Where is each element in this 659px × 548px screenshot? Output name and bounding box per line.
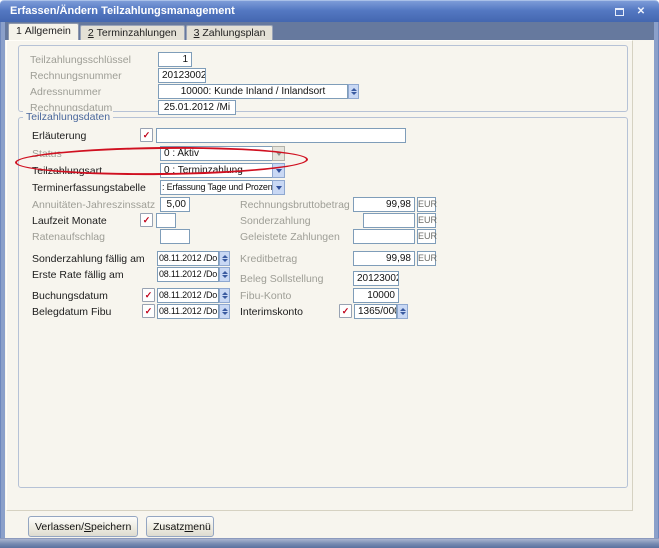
spinner-down-icon	[351, 92, 357, 95]
adressnummer-field[interactable]: 10000: Kunde Inland / Inlandsort	[158, 84, 348, 99]
sonderzahlung-faellig-field[interactable]: 08.11.2012 /Do	[157, 251, 219, 266]
menu-label-pre: Zusatz	[153, 521, 185, 533]
rechnungsdatum-field[interactable]: 25.01.2012 /Mi	[158, 100, 236, 115]
window-frame-bottom	[0, 538, 659, 548]
spinner-up-icon	[222, 308, 228, 311]
kreditbetrag-field[interactable]: 99,98	[353, 251, 415, 266]
geleistete-field[interactable]	[353, 229, 415, 244]
laufzeit-field[interactable]	[156, 213, 176, 228]
close-icon[interactable]: ✕	[635, 6, 647, 18]
tab-terminzahlungen[interactable]: 2 Terminzahlungen	[80, 25, 185, 40]
buchungsdatum-spinner[interactable]	[219, 288, 230, 303]
restore-icon[interactable]	[615, 6, 627, 18]
interimskonto-field[interactable]: 1365/000	[354, 304, 397, 319]
rechnungsbrutto-currency: EUR	[417, 197, 436, 212]
tab-terminzahlungen-num: 2	[88, 27, 94, 39]
window-title: Erfassen/Ändern Teilzahlungsmanagement	[10, 5, 235, 17]
laufzeit-label: Laufzeit Monate	[32, 215, 107, 227]
spinner-up-icon	[222, 292, 228, 295]
rechnungsnummer-field[interactable]: 20123002	[158, 68, 206, 83]
annuitaeten-field[interactable]: 5,00	[160, 197, 190, 212]
sonderzahlung-currency: EUR	[417, 213, 436, 228]
ratenaufschlag-field[interactable]	[160, 229, 190, 244]
teilzahlungsdaten-group-title: Teilzahlungsdaten	[23, 111, 113, 123]
buchungsdatum-field[interactable]: 08.11.2012 /Do	[157, 288, 219, 303]
save-label-pre: Verlassen/	[35, 521, 84, 533]
tab-zahlungsplan-num: 3	[194, 27, 200, 39]
beleg-sollstellung-label: Beleg Sollstellung	[240, 273, 323, 285]
belegdatum-label: Belegdatum Fibu	[32, 306, 111, 318]
erlaeuterung-field[interactable]	[156, 128, 406, 143]
teilzahlungsschluessel-label: Teilzahlungsschlüssel	[30, 54, 131, 66]
erste-rate-field[interactable]: 08.11.2012 /Do	[157, 267, 219, 282]
sonderzahlung-faellig-spinner[interactable]	[219, 251, 230, 266]
interimskonto-spinner[interactable]	[397, 304, 408, 319]
tab-terminzahlungen-label: Terminzahlungen	[97, 27, 177, 39]
spinner-up-icon	[351, 88, 357, 91]
dialog-window: Erfassen/Ändern Teilzahlungsmanagement ✕…	[0, 0, 659, 548]
chevron-down-icon	[276, 186, 282, 190]
kreditbetrag-currency: EUR	[417, 251, 436, 266]
terminerfassungstabelle-label: Terminerfassungstabelle	[32, 182, 146, 194]
erlaeuterung-edit-check-icon[interactable]: ✓	[140, 128, 153, 142]
window-frame-left	[0, 22, 5, 538]
fibu-konto-label: Fibu-Konto	[240, 290, 291, 302]
menu-label-post: enü	[193, 521, 211, 533]
spinner-down-icon	[222, 296, 228, 299]
belegdatum-edit-check-icon[interactable]: ✓	[142, 304, 155, 318]
adressnummer-spinner[interactable]	[348, 84, 359, 99]
spinner-up-icon	[400, 308, 406, 311]
verlassen-speichern-button[interactable]: Verlassen/Speichern	[28, 516, 138, 537]
interimskonto-edit-check-icon[interactable]: ✓	[339, 304, 352, 318]
spinner-up-icon	[222, 271, 228, 274]
kreditbetrag-label: Kreditbetrag	[240, 253, 297, 265]
rechnungsnummer-label: Rechnungsnummer	[30, 70, 122, 82]
erste-rate-spinner[interactable]	[219, 267, 230, 282]
geleistete-label: Geleistete Zahlungen	[240, 231, 340, 243]
restore-glyph	[615, 8, 624, 16]
belegdatum-field[interactable]: 08.11.2012 /Do	[157, 304, 219, 319]
spinner-down-icon	[222, 312, 228, 315]
buchungsdatum-label: Buchungsdatum	[32, 290, 108, 302]
spinner-up-icon	[222, 255, 228, 258]
erste-rate-label: Erste Rate fällig am	[32, 269, 124, 281]
tab-allgemein-label: Allgemein	[25, 25, 71, 37]
title-bar[interactable]: Erfassen/Ändern Teilzahlungsmanagement ✕	[0, 0, 659, 22]
tab-allgemein-num: 1	[16, 25, 22, 37]
chevron-down-icon	[276, 169, 282, 173]
interimskonto-label: Interimskonto	[240, 306, 303, 318]
tab-zahlungsplan-label: Zahlungsplan	[202, 27, 265, 39]
beleg-sollstellung-field[interactable]: 20123002	[353, 271, 399, 286]
erlaeuterung-label: Erläuterung	[32, 130, 86, 142]
terminerfassungstabelle-dropdown-button[interactable]	[272, 180, 285, 195]
laufzeit-edit-check-icon[interactable]: ✓	[140, 213, 153, 227]
buchungsdatum-edit-check-icon[interactable]: ✓	[142, 288, 155, 302]
adressnummer-label: Adressnummer	[30, 86, 101, 98]
geleistete-currency: EUR	[417, 229, 436, 244]
ratenaufschlag-label: Ratenaufschlag	[32, 231, 105, 243]
sonderzahlung-faellig-label: Sonderzahlung fällig am	[32, 253, 145, 265]
belegdatum-spinner[interactable]	[219, 304, 230, 319]
window-frame-right	[654, 22, 659, 538]
spinner-down-icon	[222, 259, 228, 262]
fibu-konto-field[interactable]: 10000	[353, 288, 399, 303]
spinner-down-icon	[400, 312, 406, 315]
rechnungsbrutto-field[interactable]: 99,98	[353, 197, 415, 212]
save-label-mnemonic: S	[84, 521, 91, 533]
save-label-post: peichern	[91, 521, 131, 533]
terminerfassungstabelle-field[interactable]: : Erfassung Tage und Prozent	[160, 180, 273, 195]
annuitaeten-label: Annuitäten-Jahreszinssatz	[32, 199, 155, 211]
tab-bar: 1 Allgemein 2 Terminzahlungen 3 Zahlungs…	[5, 22, 654, 40]
sonderzahlung-field[interactable]	[363, 213, 415, 228]
tab-allgemein[interactable]: 1 Allgemein	[8, 23, 79, 40]
menu-label-mnemonic: m	[185, 521, 194, 533]
zusatzmenu-button[interactable]: Zusatzmenü	[146, 516, 214, 537]
sonderzahlung-label: Sonderzahlung	[240, 215, 311, 227]
rechnungsbrutto-label: Rechnungsbruttobetrag	[240, 199, 350, 211]
tab-zahlungsplan[interactable]: 3 Zahlungsplan	[186, 25, 274, 40]
tab-list: 1 Allgemein 2 Terminzahlungen 3 Zahlungs…	[8, 23, 274, 40]
spinner-down-icon	[222, 275, 228, 278]
teilzahlungsschluessel-field[interactable]: 1	[158, 52, 192, 67]
